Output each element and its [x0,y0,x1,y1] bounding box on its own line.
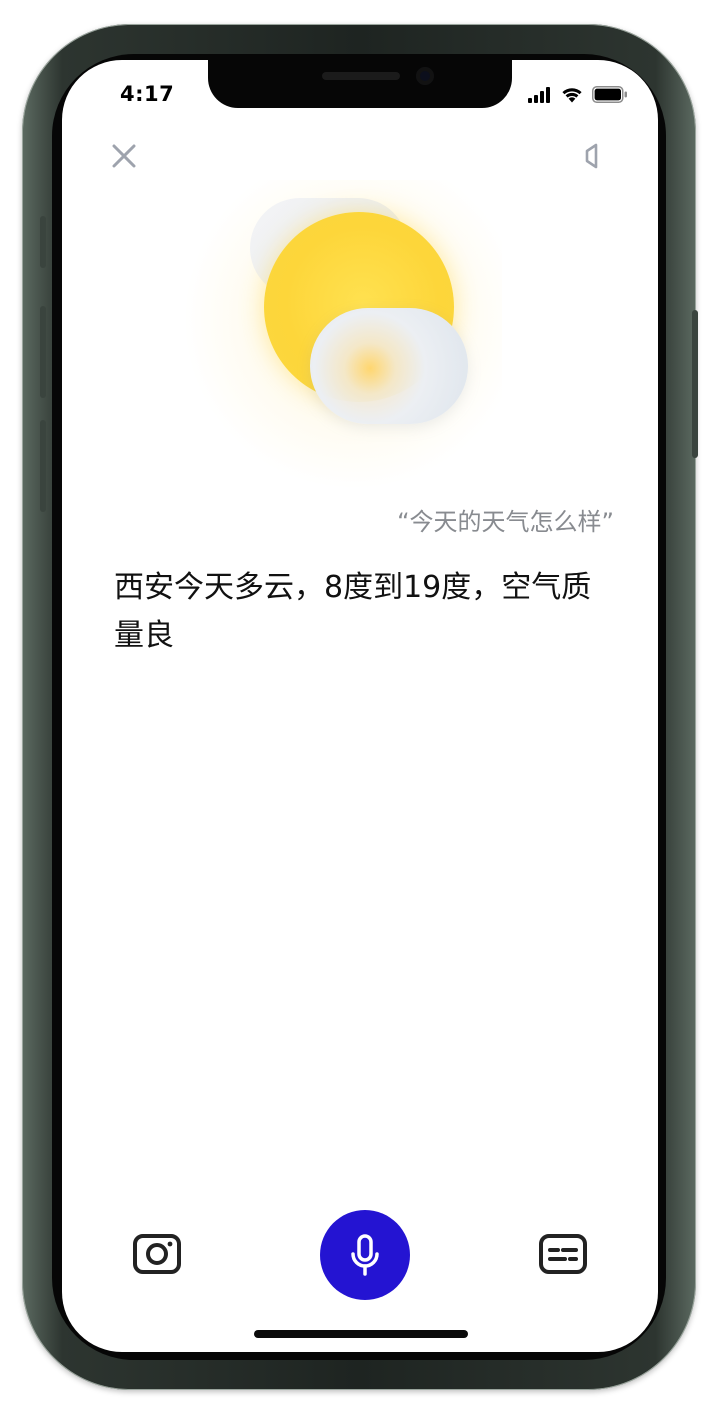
user-query-text: “今天的天气怎么样” [397,508,614,536]
camera-button[interactable] [132,1232,182,1276]
status-icons [528,86,628,103]
volume-up-hardware-button [40,306,46,398]
speaker-icon [585,143,598,169]
microphone-icon [351,1234,379,1276]
power-hardware-button [692,310,698,458]
earpiece-speaker [322,72,400,80]
microphone-button[interactable] [320,1210,410,1300]
phone-screen: 4:17 “今天的天气怎么样” 西安今天多云，8度到19度，空气质量良 [62,60,658,1352]
notch [208,60,512,108]
volume-down-hardware-button [40,420,46,512]
status-time: 4:17 [120,82,175,106]
front-cloud-shape [310,308,468,424]
silent-switch [40,216,46,268]
battery-icon [592,86,627,103]
partly-cloudy-icon [172,180,502,490]
keyboard-button[interactable] [538,1232,588,1276]
front-camera [416,67,434,85]
cellular-signal-icon [528,86,550,103]
speaker-button[interactable] [580,140,606,172]
camera-icon [133,1234,181,1274]
home-indicator[interactable] [254,1330,468,1338]
wifi-icon [562,88,582,103]
assistant-answer-text: 西安今天多云，8度到19度，空气质量良 [114,570,592,653]
keyboard-icon [539,1234,587,1274]
close-icon [112,144,136,168]
close-button[interactable] [108,140,140,172]
